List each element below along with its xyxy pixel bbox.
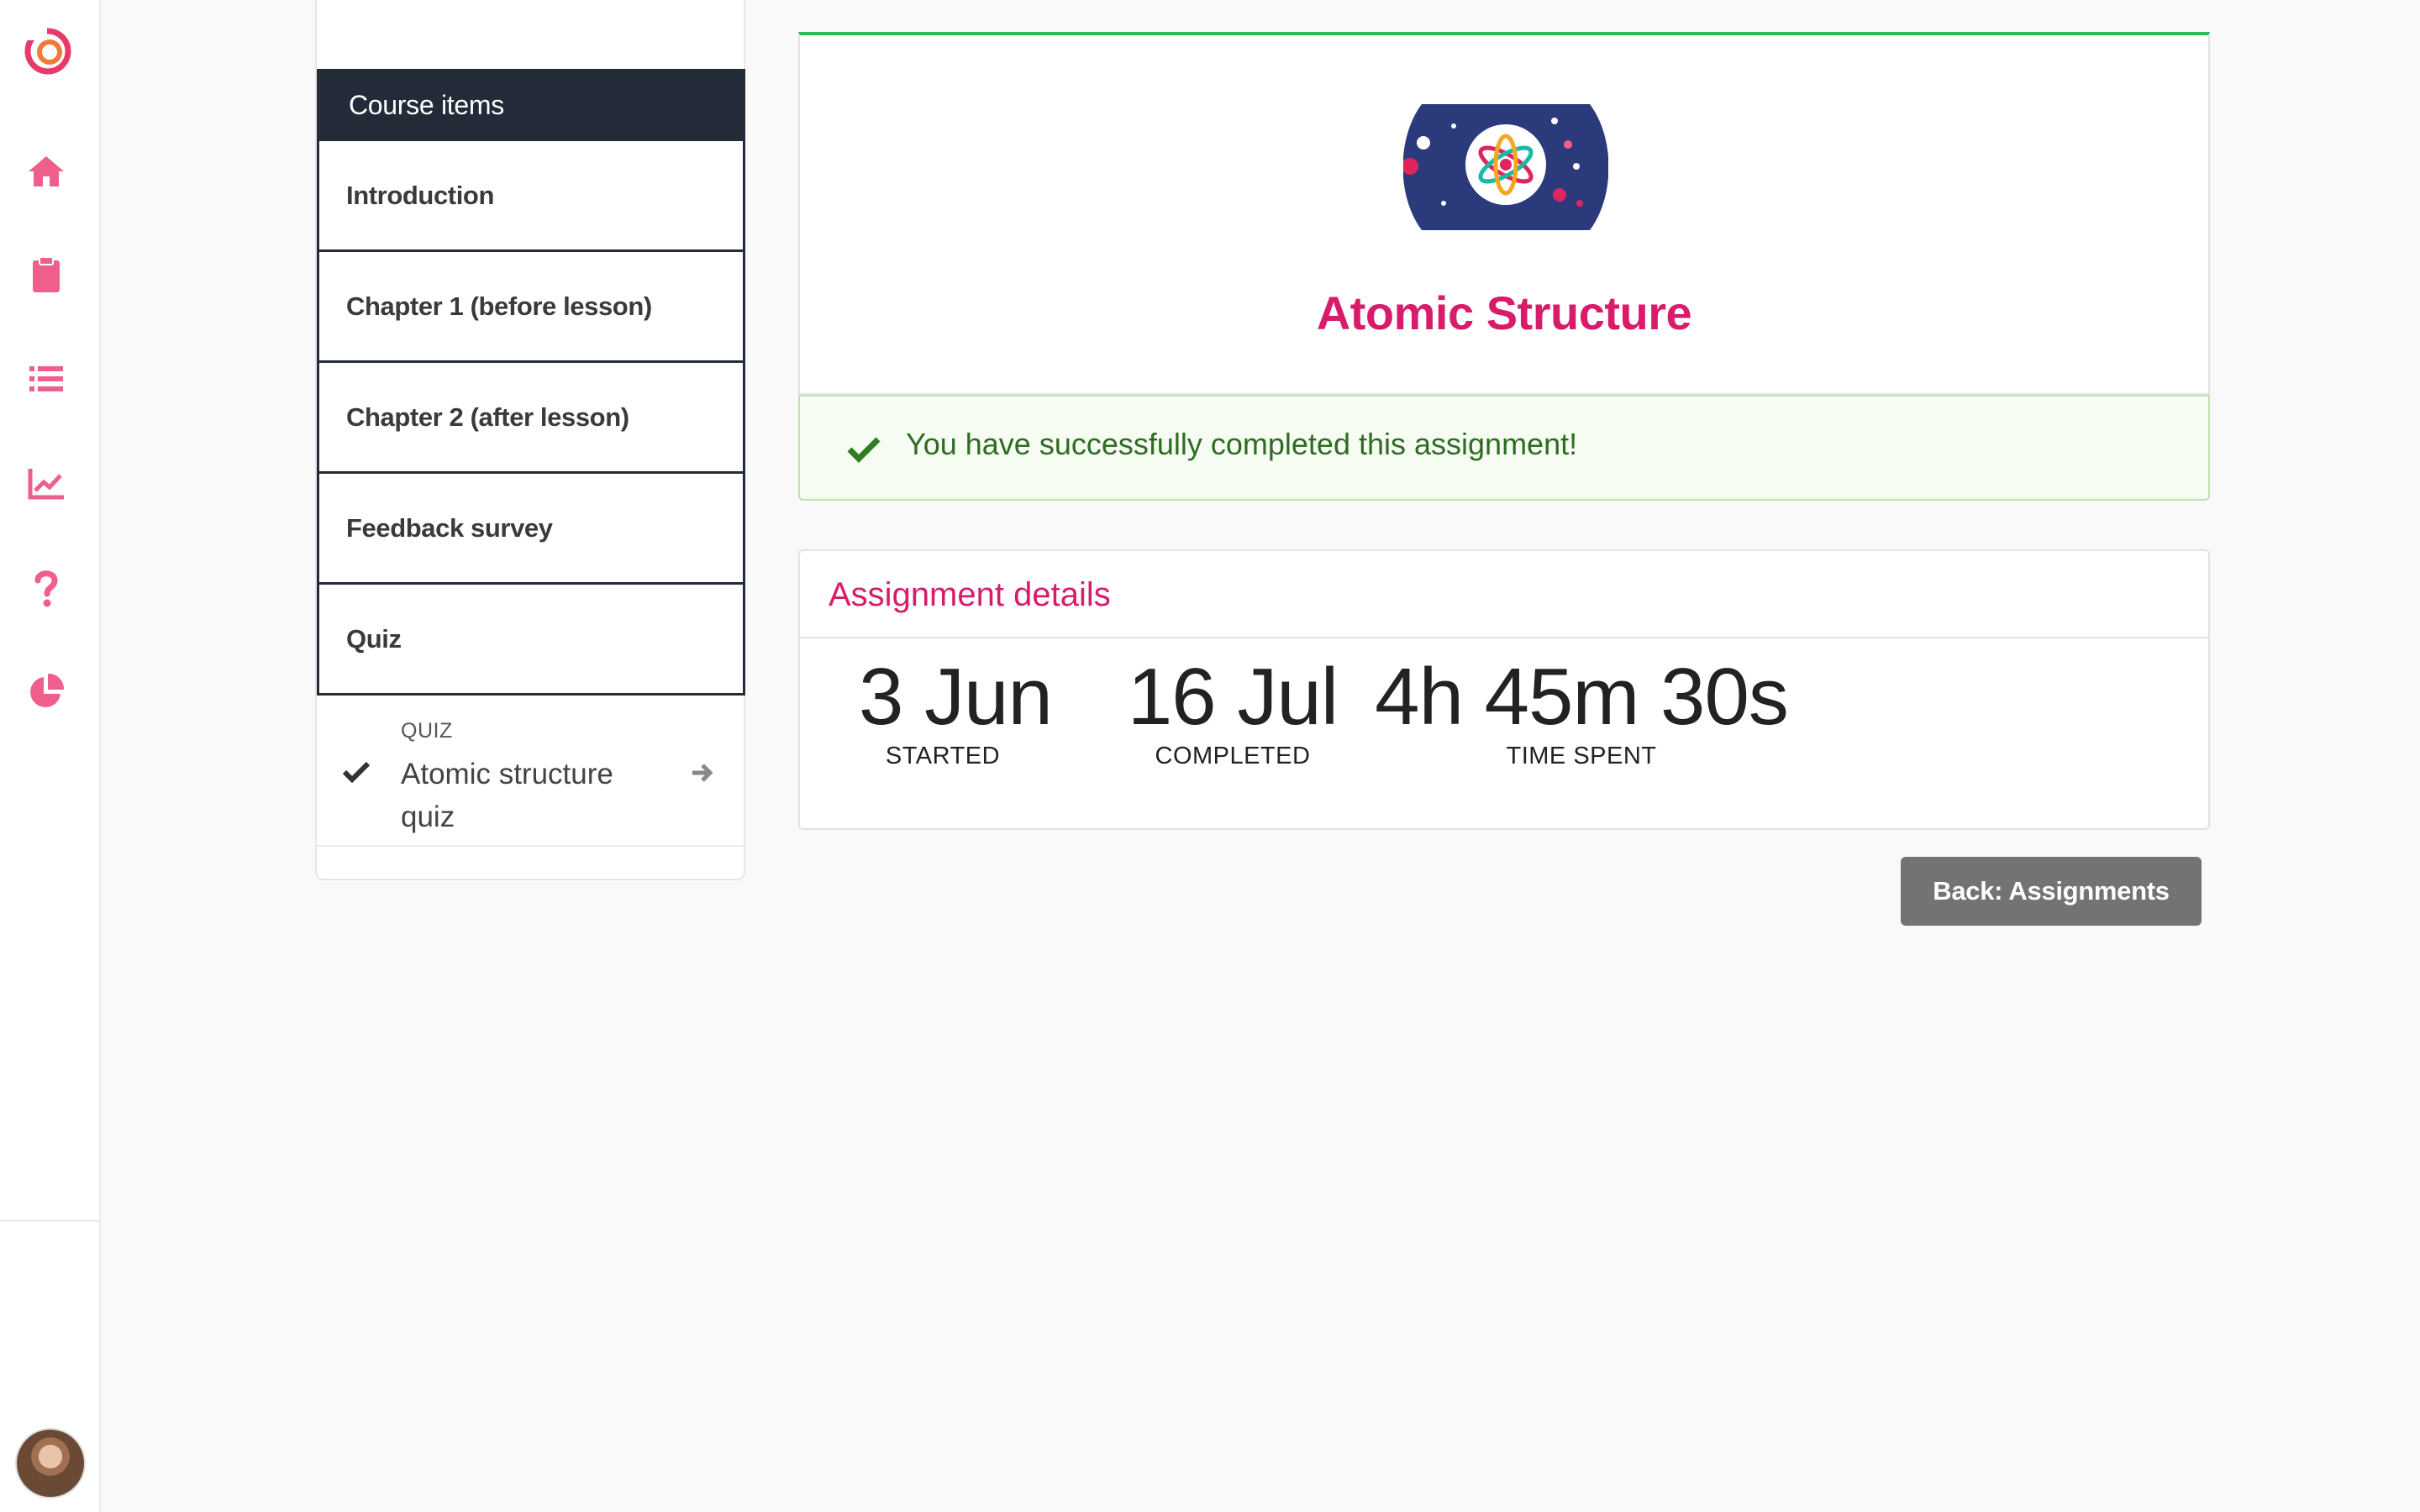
stat-started: 3 Jun STARTED: [859, 652, 1053, 770]
stat-completed-label: COMPLETED: [1155, 743, 1311, 769]
home-icon[interactable]: [25, 150, 67, 192]
assignment-card: Atomic Structure: [798, 32, 2210, 395]
left-nav-rail: [0, 0, 101, 1512]
stat-time-spent-value: 4h 45m 30s: [1375, 652, 1789, 742]
quiz-entry-type: QUIZ: [401, 719, 453, 743]
stat-started-label: STARTED: [885, 743, 1001, 769]
assignment-details-card: Assignment details 3 Jun STARTED 16 Jul …: [798, 549, 2210, 830]
assignment-title: Atomic Structure: [1316, 286, 1692, 339]
back-assignments-button[interactable]: Back: Assignments: [1901, 857, 2202, 926]
assignment-details-header: Assignment details: [800, 551, 2208, 638]
course-item-feedback-survey[interactable]: Feedback survey: [317, 474, 745, 585]
course-item-introduction[interactable]: Introduction: [317, 141, 745, 252]
course-item-chapter-2[interactable]: Chapter 2 (after lesson): [317, 363, 745, 474]
check-icon: [847, 437, 881, 463]
stat-started-value: 3 Jun: [859, 652, 1053, 742]
atom-badge-image: [1403, 104, 1608, 230]
list-icon[interactable]: [25, 358, 67, 400]
success-alert: You have successfully completed this ass…: [798, 395, 2210, 501]
clipboard-icon[interactable]: [25, 254, 67, 296]
course-items-panel: Course items Introduction Chapter 1 (bef…: [315, 0, 745, 880]
pie-chart-icon[interactable]: [25, 670, 67, 712]
quiz-entry-name: Atomic structure quiz: [401, 758, 613, 833]
stat-time-spent: 4h 45m 30s TIME SPENT: [1371, 655, 1791, 770]
rail-divider: [0, 1220, 99, 1221]
question-icon[interactable]: [25, 566, 67, 608]
course-item-chapter-1[interactable]: Chapter 1 (before lesson): [317, 252, 745, 363]
course-item-quiz[interactable]: Quiz: [317, 585, 745, 696]
success-message: You have successfully completed this ass…: [906, 427, 1578, 461]
chart-line-icon[interactable]: [25, 462, 67, 504]
quiz-entry-atomic-structure[interactable]: QUIZ Atomic structure quiz: [317, 699, 745, 847]
stat-completed: 16 Jul COMPLETED: [1119, 655, 1346, 770]
stat-time-spent-label: TIME SPENT: [1506, 743, 1657, 769]
stat-completed-value: 16 Jul: [1127, 652, 1339, 742]
arrow-right-icon[interactable]: [689, 759, 716, 786]
course-items-header: Course items: [317, 69, 745, 141]
logo-icon[interactable]: [22, 24, 74, 76]
avatar[interactable]: [15, 1428, 86, 1499]
check-icon: [342, 761, 371, 784]
